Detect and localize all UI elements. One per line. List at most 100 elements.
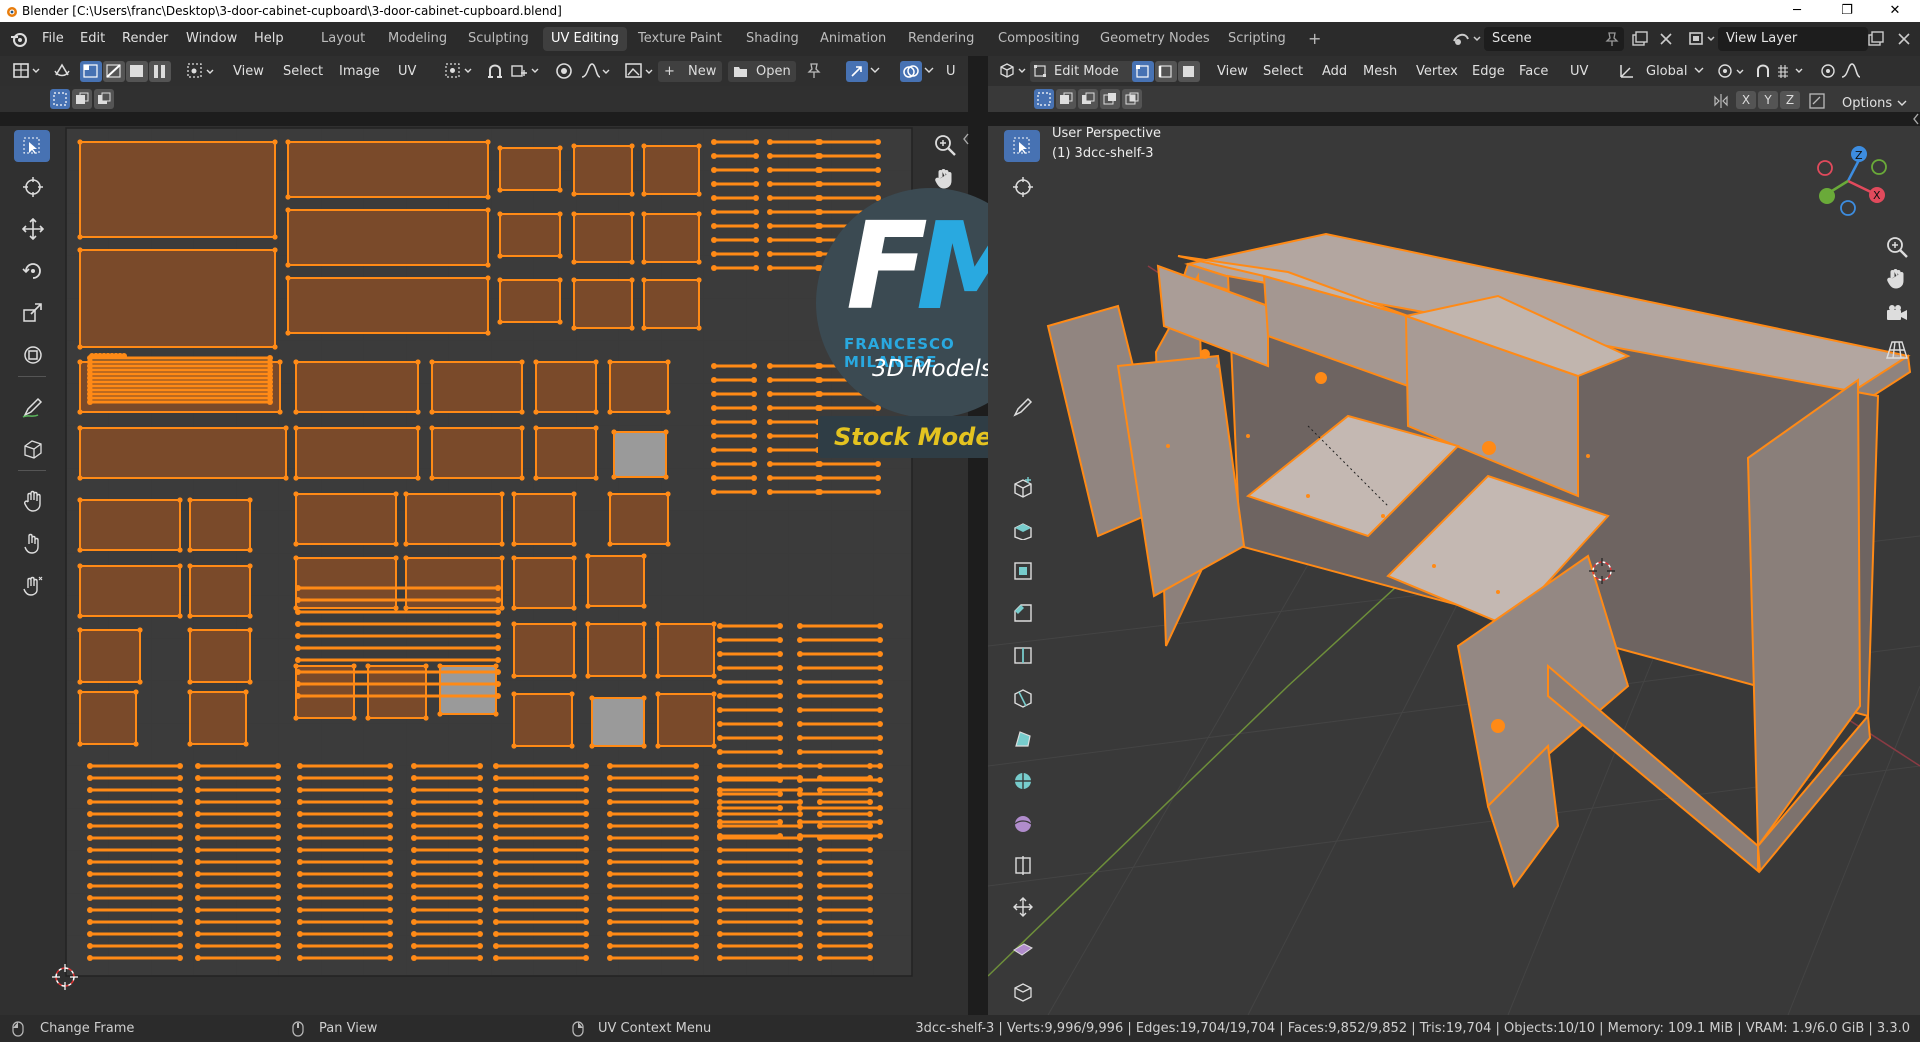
menu-edit[interactable]: Edit (80, 31, 105, 46)
v3d-tool-edge-slide[interactable] (1004, 848, 1040, 880)
uv-vertex-select-button[interactable] (80, 61, 102, 82)
v3d-tool-spin[interactable] (1004, 764, 1040, 796)
orientation-dropdown[interactable]: Global (1646, 61, 1687, 82)
editor-type-icon[interactable] (12, 62, 42, 80)
tab-scripting[interactable]: Scripting (1220, 27, 1294, 51)
tab-geometry-nodes[interactable]: Geometry Nodes (1092, 27, 1218, 51)
perspective-grid-icon[interactable] (1884, 338, 1910, 364)
vertex-select-mode-button[interactable] (1132, 61, 1154, 82)
tool-scale[interactable] (14, 296, 50, 328)
mirror-icon[interactable] (1712, 92, 1730, 110)
pivot-icon[interactable] (1716, 61, 1748, 81)
chevron-down-icon[interactable] (1694, 65, 1704, 77)
mirror-z-toggle[interactable]: Z (1780, 91, 1800, 109)
mirror-x-toggle[interactable]: X (1736, 91, 1756, 109)
v3d-tool-knife[interactable] (1004, 680, 1040, 712)
v3d-menu-edge[interactable]: Edge (1472, 61, 1505, 82)
uv-face-select-button[interactable] (126, 61, 148, 82)
new-image-button[interactable]: + New (658, 61, 722, 82)
uv-sync-selection-icon[interactable] (52, 61, 72, 81)
edge-select-mode-button[interactable] (1155, 61, 1177, 82)
delete-scene-icon[interactable] (1658, 31, 1674, 47)
scene-browse-icon[interactable] (1452, 31, 1482, 47)
tab-texture-paint[interactable]: Texture Paint (630, 27, 730, 51)
pin-icon[interactable] (1604, 31, 1620, 47)
v3d-tool-cursor[interactable] (1004, 170, 1040, 202)
v3d-tool-bevel[interactable] (1004, 596, 1040, 628)
camera-icon[interactable] (1884, 302, 1910, 328)
tab-uv-editing[interactable]: UV Editing (543, 27, 627, 51)
chevron-left-icon[interactable] (962, 132, 970, 146)
v3d-tool-shrink-fatten[interactable] (1004, 890, 1040, 922)
chevron-down-icon[interactable] (1897, 98, 1907, 108)
delete-view-layer-icon[interactable] (1896, 31, 1912, 47)
minimize-button[interactable]: ─ (1774, 1, 1820, 21)
v3d-tool-smooth[interactable] (1004, 806, 1040, 838)
proportional-editing-icon[interactable] (554, 61, 574, 81)
snap-magnet-icon[interactable] (1754, 62, 1774, 80)
tab-compositing[interactable]: Compositing (990, 27, 1088, 51)
uv-overlay-toggle[interactable] (900, 61, 922, 82)
uv-island-select-button[interactable] (149, 61, 171, 82)
open-image-button[interactable]: Open (728, 61, 796, 82)
pan-hand-icon[interactable] (1884, 266, 1910, 292)
new-view-layer-icon[interactable] (1866, 30, 1884, 48)
uv-menu-uv[interactable]: UV (398, 61, 416, 82)
uv-editor-canvas[interactable]: F M FRANCESCO MILANESE 3D Models Stock M… (0, 126, 1046, 1015)
tab-modeling[interactable]: Modeling (380, 27, 455, 51)
face-select-mode-button[interactable] (1178, 61, 1200, 82)
v3d-tool-extrude[interactable] (1004, 512, 1040, 544)
zoom-icon[interactable] (932, 132, 958, 158)
v3d-select-extend-button[interactable] (1056, 89, 1076, 109)
tool-move[interactable] (14, 212, 50, 244)
uv-menu-view[interactable]: View (233, 61, 264, 82)
v3d-tool-select-box[interactable] (1004, 130, 1040, 162)
v3d-tool-annotate[interactable] (1004, 390, 1040, 422)
select-mode-new-button[interactable] (50, 89, 70, 109)
tool-relax[interactable] (14, 526, 50, 558)
sticky-selection-icon[interactable] (186, 61, 216, 81)
chevron-left-icon[interactable] (1912, 112, 1920, 126)
tool-rotate[interactable] (14, 254, 50, 286)
falloff-icon[interactable] (580, 61, 610, 81)
proportional-edit-icon[interactable] (1818, 61, 1838, 81)
3d-viewport[interactable]: User Perspective (1) 3dcc-shelf-3 Z X (988, 113, 1920, 1015)
snap-increment-icon[interactable] (1776, 62, 1808, 80)
select-mode-subtract-button[interactable] (94, 89, 114, 109)
menu-render[interactable]: Render (122, 31, 168, 46)
snap-target-icon[interactable] (510, 62, 542, 80)
image-pin-icon[interactable] (806, 62, 822, 80)
snap-icon[interactable] (486, 62, 506, 80)
uv-gizmo-toggle[interactable] (846, 61, 868, 82)
navigation-gizmo[interactable]: Z X (1803, 136, 1893, 226)
v3d-tool-add-cube[interactable] (1004, 470, 1040, 502)
tool-select-box[interactable] (14, 130, 50, 162)
transform-orientation-icon[interactable] (1618, 62, 1638, 80)
v3d-menu-vertex[interactable]: Vertex (1416, 61, 1458, 82)
tool-grab[interactable] (14, 484, 50, 516)
tool-transform[interactable] (14, 338, 50, 370)
tool-rip-region[interactable] (14, 432, 50, 464)
tool-cursor[interactable] (14, 170, 50, 202)
auto-merge-icon[interactable] (1808, 92, 1826, 110)
image-browse-icon[interactable] (624, 61, 656, 81)
v3d-tool-poly-build[interactable] (1004, 722, 1040, 754)
options-dropdown[interactable]: Options (1842, 93, 1892, 114)
tab-animation[interactable]: Animation (812, 27, 894, 51)
blender-menu-icon[interactable] (10, 31, 28, 47)
uv-menu-image[interactable]: Image (339, 61, 380, 82)
v3d-menu-mesh[interactable]: Mesh (1363, 61, 1397, 82)
chevron-down-icon[interactable] (924, 64, 934, 76)
close-button[interactable]: ✕ (1872, 1, 1918, 21)
tab-rendering[interactable]: Rendering (900, 27, 982, 51)
v3d-select-new-button[interactable] (1034, 89, 1054, 109)
v3d-menu-add[interactable]: Add (1322, 61, 1347, 82)
v3d-tool-rip[interactable] (1004, 974, 1040, 1006)
uv-menu-select[interactable]: Select (283, 61, 323, 82)
v3d-select-subtract-button[interactable] (1078, 89, 1098, 109)
v3d-menu-uv[interactable]: UV (1570, 61, 1588, 82)
view-layer-field[interactable]: View Layer (1718, 27, 1868, 51)
chevron-down-icon[interactable] (870, 64, 880, 76)
mirror-y-toggle[interactable]: Y (1758, 91, 1778, 109)
view-layer-browse-icon[interactable] (1688, 31, 1718, 47)
